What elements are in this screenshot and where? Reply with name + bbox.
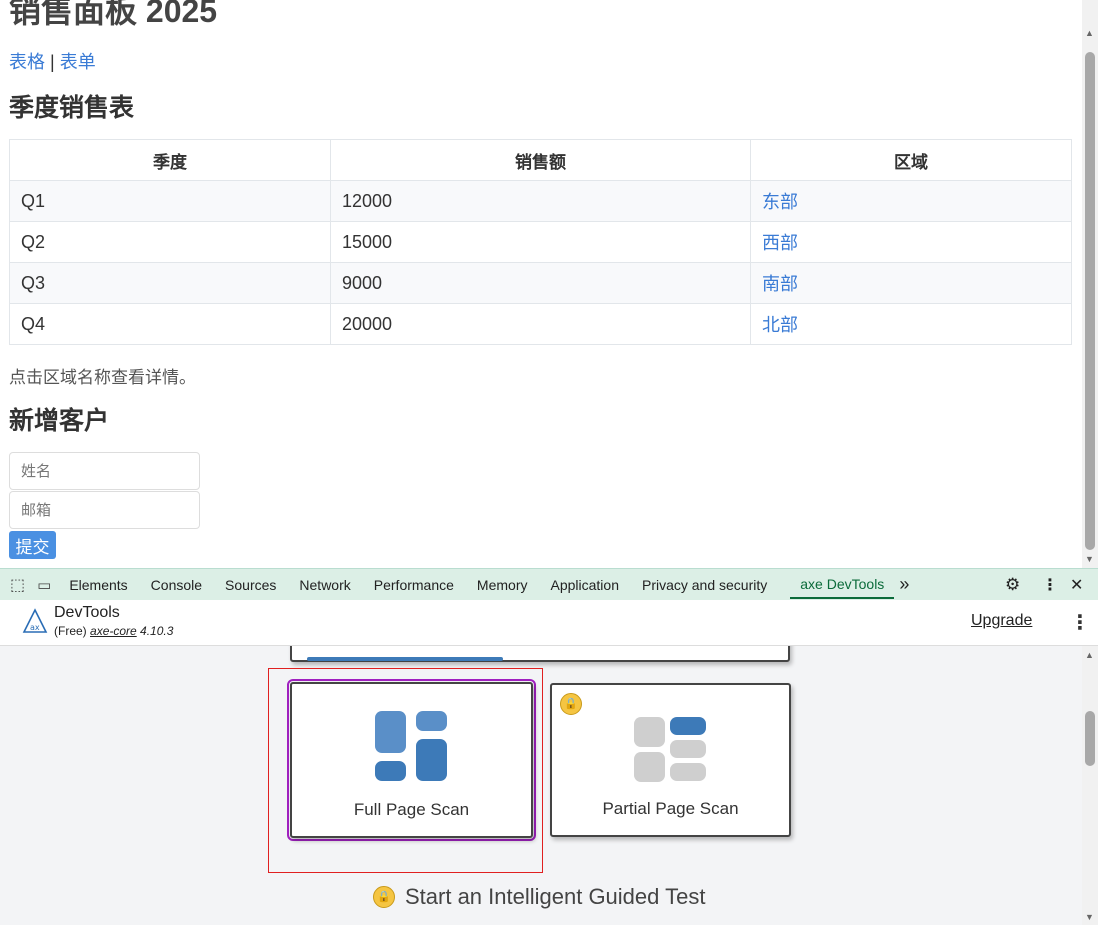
- region-link[interactable]: 东部: [762, 192, 798, 212]
- cell-sales: 20000: [330, 303, 751, 345]
- submit-button[interactable]: 提交: [9, 531, 56, 559]
- svg-text:ax: ax: [30, 623, 40, 632]
- web-page: 销售面板 2025 表格 | 表单 季度销售表 季度 销售额 区域 Q1 1200…: [0, 0, 1082, 568]
- axe-menu-icon[interactable]: ⋮: [1070, 610, 1090, 635]
- cell-region: 北部: [750, 303, 1072, 345]
- table-row: Q3 9000 南部: [9, 262, 1072, 304]
- tab-axe-devtools[interactable]: axe DevTools: [790, 570, 895, 599]
- card-bar: [307, 657, 503, 661]
- settings-gear-icon[interactable]: ⚙: [1005, 575, 1020, 595]
- device-toolbar-icon[interactable]: ▭: [37, 576, 51, 594]
- column-header: 销售额: [330, 139, 751, 181]
- scrollbar-thumb[interactable]: [1085, 52, 1095, 550]
- tab-sources[interactable]: Sources: [225, 577, 276, 593]
- scroll-up-icon[interactable]: ▲: [1085, 650, 1094, 660]
- tab-performance[interactable]: Performance: [374, 577, 454, 593]
- nav-links: 表格 | 表单: [9, 48, 96, 74]
- scroll-up-icon[interactable]: ▲: [1085, 28, 1094, 38]
- region-link[interactable]: 西部: [762, 233, 798, 253]
- page-scrollbar[interactable]: ▲ ▼: [1082, 0, 1098, 568]
- layout-block: [670, 740, 706, 758]
- lock-icon: 🔒: [560, 693, 582, 715]
- tab-application[interactable]: Application: [550, 577, 619, 593]
- previous-card[interactable]: [290, 646, 790, 662]
- layout-block: [375, 761, 406, 781]
- layout-block: [634, 752, 665, 782]
- table-header-row: 季度 销售额 区域: [9, 139, 1072, 181]
- tab-network[interactable]: Network: [299, 577, 350, 593]
- axe-brand: DevTools: [54, 604, 120, 621]
- version-label: 4.10.3: [140, 624, 174, 638]
- scrollbar-thumb[interactable]: [1085, 711, 1095, 766]
- axe-header: ax DevTools (Free) axe-core 4.10.3 Upgra…: [0, 600, 1098, 646]
- layout-block: [375, 711, 406, 753]
- more-options-icon[interactable]: ⋮: [1042, 575, 1058, 595]
- table-row: Q1 12000 东部: [9, 180, 1072, 222]
- more-tabs-icon[interactable]: »: [899, 574, 909, 595]
- layout-block: [670, 763, 706, 781]
- tab-elements[interactable]: Elements: [69, 577, 127, 593]
- cell-region: 东部: [750, 180, 1072, 222]
- cell-sales: 15000: [330, 221, 751, 263]
- panel-scrollbar[interactable]: ▲ ▼: [1082, 646, 1098, 925]
- partial-page-scan-card[interactable]: 🔒 Partial Page Scan: [550, 683, 791, 837]
- nav-link-form[interactable]: 表单: [60, 52, 96, 72]
- tab-privacy-security[interactable]: Privacy and security: [642, 577, 767, 593]
- tab-memory[interactable]: Memory: [477, 577, 528, 593]
- cell-region: 西部: [750, 221, 1072, 263]
- axe-version-line: (Free) axe-core 4.10.3: [54, 624, 173, 638]
- cell-quarter: Q1: [9, 180, 331, 222]
- email-input[interactable]: [9, 491, 200, 529]
- lock-icon: 🔒: [373, 886, 395, 908]
- layout-block: [416, 739, 447, 781]
- inspect-element-icon[interactable]: ⬚: [10, 575, 25, 595]
- table-row: Q2 15000 西部: [9, 221, 1072, 263]
- cell-sales: 12000: [330, 180, 751, 222]
- scroll-down-icon[interactable]: ▼: [1085, 912, 1094, 922]
- column-header: 季度: [9, 139, 331, 181]
- close-icon[interactable]: ✕: [1070, 575, 1083, 595]
- full-page-scan-card[interactable]: Full Page Scan: [290, 682, 533, 838]
- layout-block: [670, 717, 706, 735]
- table-note: 点击区域名称查看详情。: [9, 368, 196, 387]
- upgrade-link[interactable]: Upgrade: [971, 612, 1032, 630]
- cell-quarter: Q3: [9, 262, 331, 304]
- cell-sales: 9000: [330, 262, 751, 304]
- devtools-toolbar: ⬚ ▭ Elements Console Sources Network Per…: [0, 568, 1098, 600]
- form-heading: 新增客户: [9, 407, 110, 435]
- layout-block: [416, 711, 447, 731]
- plan-label: (Free): [54, 624, 87, 638]
- sales-table: 季度 销售额 区域 Q1 12000 东部 Q2 15000 西部 Q3 9000 南部 Q…: [9, 139, 1072, 345]
- nav-separator: |: [50, 52, 55, 72]
- page-title: 销售面板 2025: [9, 0, 218, 29]
- guided-test-heading[interactable]: Start an Intelligent Guided Test: [405, 884, 705, 910]
- axe-core-link[interactable]: axe-core: [90, 624, 137, 638]
- partial-page-scan-label: Partial Page Scan: [602, 799, 739, 818]
- region-link[interactable]: 北部: [762, 315, 798, 335]
- column-header: 区域: [750, 139, 1072, 181]
- tab-console[interactable]: Console: [151, 577, 202, 593]
- table-heading: 季度销售表: [9, 94, 135, 122]
- layout-block: [634, 717, 665, 747]
- axe-panel: Full Page Scan 🔒 Partial Page Scan 🔒 Sta…: [0, 646, 1082, 925]
- region-link[interactable]: 南部: [762, 274, 798, 294]
- name-input[interactable]: [9, 452, 200, 490]
- table-row: Q4 20000 北部: [9, 303, 1072, 345]
- scroll-down-icon[interactable]: ▼: [1085, 554, 1094, 564]
- full-page-scan-label: Full Page Scan: [353, 800, 470, 819]
- nav-link-table[interactable]: 表格: [9, 52, 45, 72]
- cell-quarter: Q4: [9, 303, 331, 345]
- cell-quarter: Q2: [9, 221, 331, 263]
- axe-logo-icon: ax: [22, 608, 48, 633]
- cell-region: 南部: [750, 262, 1072, 304]
